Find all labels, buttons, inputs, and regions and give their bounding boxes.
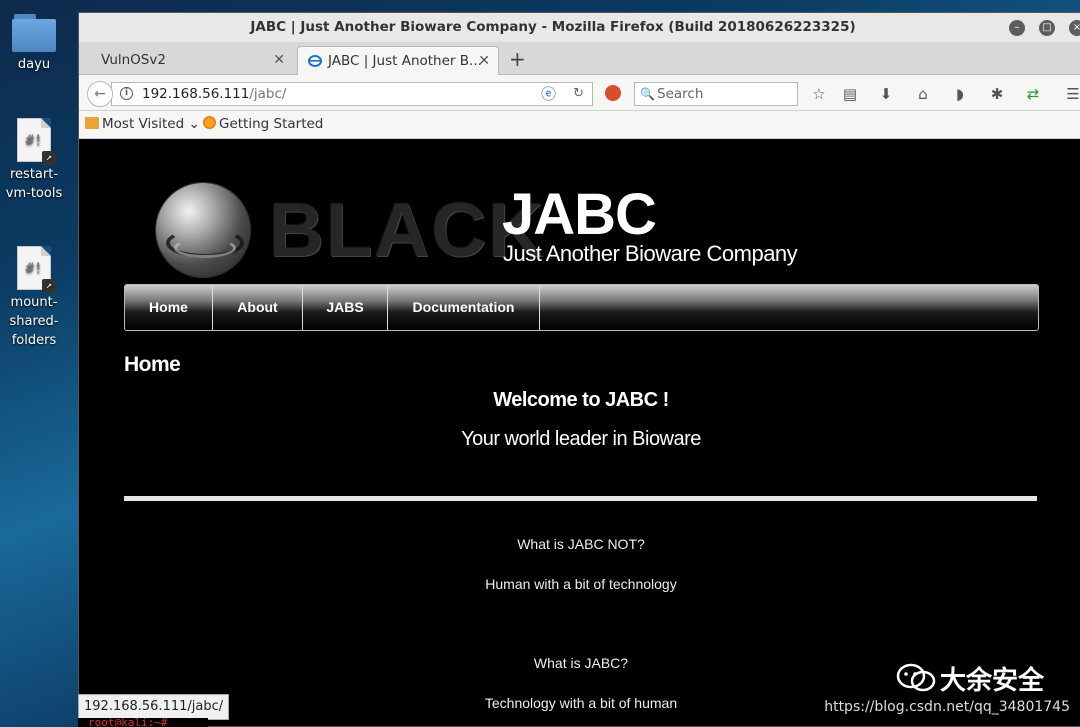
bookmark-most-visited[interactable]: Most Visited ⌄ — [85, 116, 200, 132]
site-info-icon[interactable]: i — [120, 87, 133, 100]
bookmarks-toolbar: Most Visited ⌄ Getting Started — [79, 111, 1080, 139]
search-input[interactable]: 🔍 Search — [634, 82, 798, 106]
url-bar[interactable]: i 192.168.56.111/jabc/ ⓔ ↻ — [111, 82, 593, 106]
firefox-icon — [203, 116, 216, 129]
reading-list-icon[interactable]: ▤ — [840, 84, 860, 104]
addon-icon[interactable] — [605, 85, 621, 101]
main-nav: Home About JABS Documentation — [124, 284, 1039, 331]
maximize-icon[interactable]: □ — [1039, 20, 1055, 36]
welcome-heading: Welcome to JABC ! — [493, 389, 669, 411]
tagline: Your world leader in Bioware — [461, 428, 701, 450]
tab-label: JABC | Just Another B... — [328, 53, 482, 69]
site-logo-icon[interactable] — [156, 183, 250, 277]
script-file-icon: #! ↗ — [17, 246, 56, 293]
ie-tab-icon[interactable]: ⓔ — [541, 83, 556, 105]
desktop-icon-script[interactable]: #! ↗ mount-shared-folders — [0, 246, 70, 350]
watermark-name: 大余安全 — [939, 666, 1044, 696]
url-path: /jabc/ — [249, 86, 287, 102]
nav-about[interactable]: About — [213, 285, 303, 330]
home-icon[interactable]: ⌂ — [913, 84, 933, 104]
nav-home[interactable]: Home — [125, 285, 213, 330]
watermark: 大余安全 — [896, 660, 1044, 697]
wechat-icon — [896, 663, 936, 692]
extension-icon[interactable]: ✱ — [987, 84, 1007, 104]
web-page: BLACK JABC Just Another Bioware Company … — [79, 153, 1080, 726]
tab-jabc[interactable]: JABC | Just Another B... ✕ — [297, 46, 499, 75]
watermark-url: https://blog.csdn.net/qq_34801745 — [824, 699, 1070, 715]
body-text: What is JABC NOT? — [517, 536, 645, 552]
close-tab-icon[interactable]: ✕ — [273, 46, 285, 74]
new-tab-button[interactable]: + — [509, 47, 526, 71]
site-title[interactable]: JABC — [502, 183, 657, 247]
tab-label: VulnOSv2 — [101, 52, 166, 68]
script-file-icon: #! ↗ — [17, 118, 56, 165]
search-icon: 🔍 — [640, 87, 655, 101]
nav-toolbar: i 192.168.56.111/jabc/ ⓔ ↻ ← 🔍 Search ☆ … — [79, 75, 1080, 111]
nav-jabs[interactable]: JABS — [303, 285, 388, 330]
page-heading: Home — [124, 353, 181, 376]
site-slogan: Just Another Bioware Company — [503, 241, 798, 266]
url-host: 192.168.56.111 — [142, 86, 250, 102]
window-title: JABC | Just Another Bioware Company - Mo… — [250, 19, 856, 35]
bookmark-star-icon[interactable]: ☆ — [809, 84, 829, 104]
desktop-icon-label: dayu — [17, 57, 51, 72]
close-window-icon[interactable]: × — [1069, 20, 1080, 36]
back-button[interactable]: ← — [87, 81, 113, 107]
desktop-icon-folder[interactable]: dayu — [0, 14, 70, 74]
desktop-icon-label: mount-shared-folders — [9, 295, 59, 348]
close-tab-icon[interactable]: ✕ — [478, 47, 490, 75]
status-url-tooltip: 192.168.56.111/jabc/ — [78, 694, 230, 720]
horizontal-rule — [124, 496, 1037, 501]
desktop-icon-label: restart-vm-tools — [5, 167, 63, 201]
chevron-down-icon: ⌄ — [184, 116, 200, 132]
folder-icon — [12, 14, 56, 52]
tab-vulnosv2[interactable]: VulnOSv2 ✕ — [79, 46, 293, 75]
nav-documentation[interactable]: Documentation — [388, 285, 540, 330]
pocket-icon[interactable]: ◗ — [950, 84, 970, 104]
search-placeholder: Search — [657, 86, 704, 102]
ie-favicon-icon — [308, 55, 322, 67]
body-text: Human with a bit of technology — [485, 576, 677, 592]
title-bar: JABC | Just Another Bioware Company - Mo… — [79, 13, 1080, 43]
minimize-icon[interactable]: – — [1009, 20, 1025, 36]
terminal-prompt: root@kali:~# — [78, 718, 208, 727]
bookmark-getting-started[interactable]: Getting Started — [203, 116, 323, 132]
desktop-icon-script[interactable]: #! ↗ restart-vm-tools — [0, 118, 70, 203]
tab-strip: VulnOSv2 ✕ JABC | Just Another B... ✕ + — [79, 43, 1080, 75]
reload-icon[interactable]: ↻ — [573, 83, 584, 105]
menu-icon[interactable]: ☰ — [1063, 84, 1080, 104]
download-icon[interactable]: ⬇ — [876, 84, 896, 104]
sync-arrows-icon[interactable]: ⇄ — [1023, 84, 1043, 104]
folder-icon — [85, 117, 99, 129]
browser-window: JABC | Just Another Bioware Company - Mo… — [78, 12, 1080, 727]
